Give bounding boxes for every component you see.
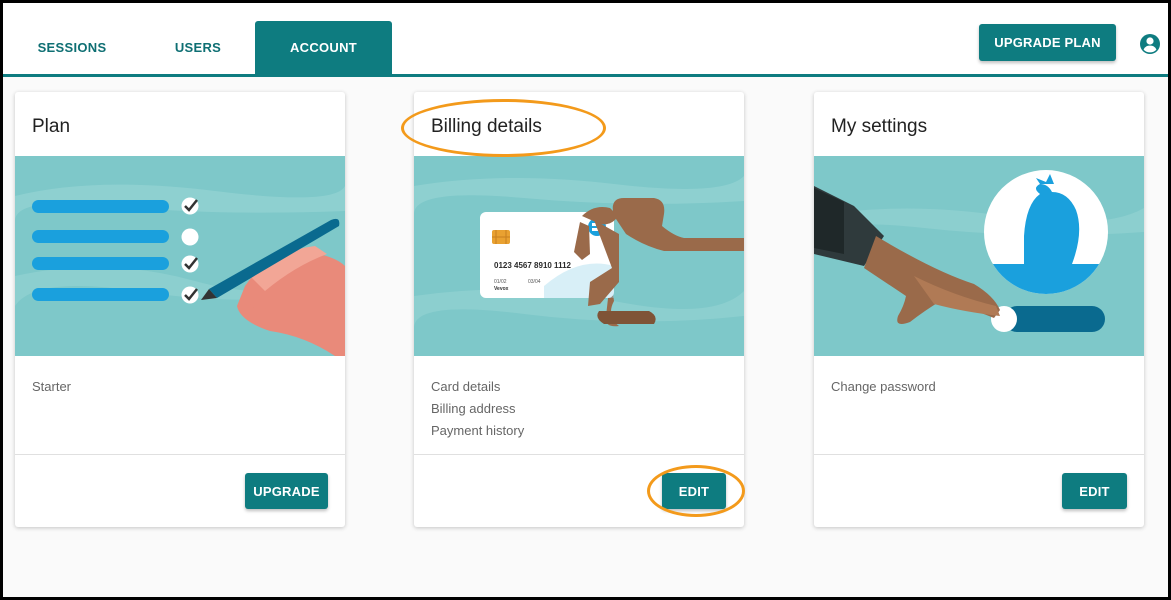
toggle-switch-hand-illustration xyxy=(814,156,1144,356)
card-title: Billing details xyxy=(431,116,542,137)
list-item: Change password xyxy=(831,379,936,394)
settings-items-list: Change password xyxy=(831,376,936,398)
card-valid-to: 03/04 xyxy=(528,279,541,285)
tab-account[interactable]: ACCOUNT xyxy=(255,21,392,74)
card-title: Plan xyxy=(32,116,71,137)
card-title: My settings xyxy=(831,116,928,137)
plan-card: Plan Starter UPGRADE xyxy=(15,92,345,527)
list-item: Payment history xyxy=(431,423,525,438)
checklist-pen-illustration xyxy=(15,156,345,356)
tab-users[interactable]: USERS xyxy=(143,21,253,74)
upgrade-button[interactable]: UPGRADE xyxy=(245,473,328,509)
app-frame: SESSIONS USERS ACCOUNT UPGRADE PLAN Plan xyxy=(0,0,1171,600)
list-item: Card details xyxy=(431,379,501,394)
list-item: Starter xyxy=(32,379,72,394)
card-number: 0123 4567 8910 1112 xyxy=(494,261,572,270)
top-navigation-bar: SESSIONS USERS ACCOUNT UPGRADE PLAN xyxy=(3,3,1168,77)
credit-card-hand-illustration: 0123 4567 8910 1112 01/02 03/04 Vevox xyxy=(414,156,744,356)
divider xyxy=(15,454,345,455)
tab-sessions[interactable]: SESSIONS xyxy=(17,21,127,74)
divider xyxy=(814,454,1144,455)
my-settings-card: My settings Change password EDIT xyxy=(814,92,1144,527)
card-valid-from: 01/02 xyxy=(494,279,507,285)
upgrade-plan-button[interactable]: UPGRADE PLAN xyxy=(979,24,1116,61)
edit-settings-button[interactable]: EDIT xyxy=(1062,473,1127,509)
billing-details-card: Billing details 0123 4567 8910 1112 01/0… xyxy=(414,92,744,527)
account-circle-icon[interactable] xyxy=(1139,33,1161,55)
plan-items-list: Starter xyxy=(32,376,71,398)
card-name: Vevox xyxy=(494,286,509,292)
divider xyxy=(414,454,744,455)
billing-items-list: Card details Billing address Payment his… xyxy=(431,376,524,442)
list-item: Billing address xyxy=(431,401,516,416)
edit-billing-button[interactable]: EDIT xyxy=(662,473,726,509)
